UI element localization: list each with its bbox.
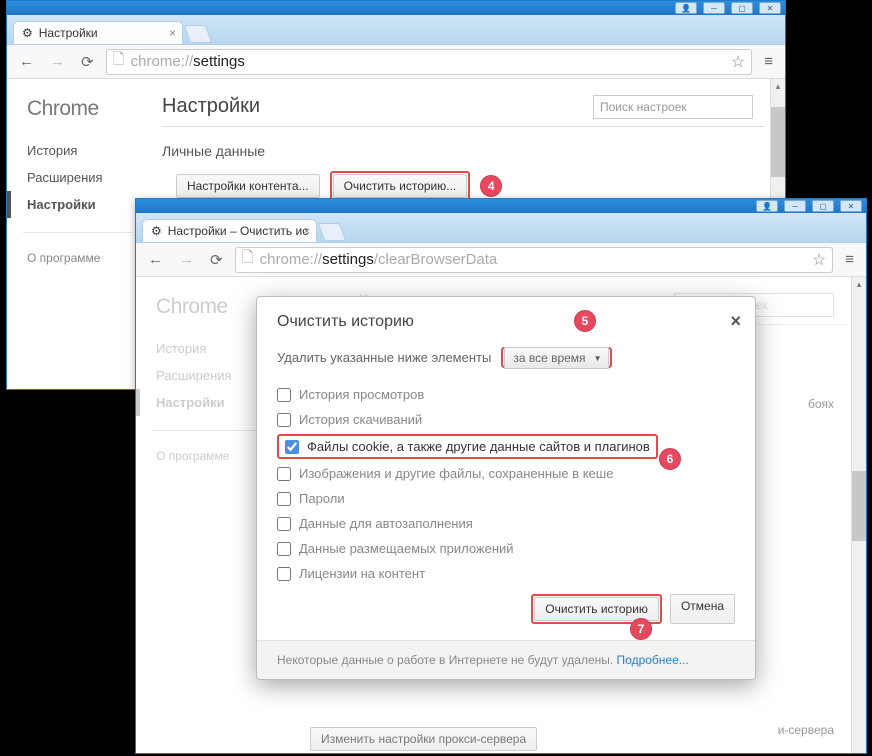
section-heading: Личные данные [162,143,765,159]
highlight-box-4: Очистить историю... [330,171,471,201]
url-bar[interactable]: 🗋 chrome://settings ☆ [106,49,753,75]
checkbox-input[interactable] [277,413,291,427]
sidebar: Chrome История Расширения Настройки О пр… [7,79,152,389]
sidebar-item-settings[interactable]: Настройки [7,191,152,218]
checkbox-label: Лицензии на контент [299,566,425,581]
checkbox-option: Лицензии на контент [277,561,735,586]
checkbox-option: Данные для автозаполнения [277,511,735,536]
checkbox-input[interactable] [285,440,299,454]
checkbox-input[interactable] [277,542,291,556]
bookmark-star-icon[interactable]: ☆ [812,250,826,270]
proxy-settings-button[interactable]: Изменить настройки прокси-сервера [310,727,537,751]
checkbox-input[interactable] [277,467,291,481]
checkbox-option: Данные размещаемых приложений [277,536,735,561]
sidebar-item-about[interactable]: О программе [27,245,152,271]
back-button[interactable]: ← [15,49,38,74]
sidebar-item-extensions[interactable]: Расширения [27,164,152,191]
url-text: chrome://settings [131,53,245,70]
checkbox-label: Изображения и другие файлы, сохраненные … [299,466,613,481]
checkbox-input[interactable] [277,517,291,531]
titlebar: 👤 ─ ▢ ✕ [7,1,785,15]
background-text: и-сервера [778,723,834,737]
highlight-box-5: за все время [501,347,611,368]
maximize-button[interactable]: ▢ [812,200,834,212]
minimize-button[interactable]: ─ [784,200,806,212]
highlight-box-6: Файлы cookie, а также другие данные сайт… [277,434,658,459]
chrome-logo: Chrome [27,97,152,121]
toolbar: ← → ⟳ 🗋 chrome://settings ☆ ≡ [7,45,785,79]
tab-title: Настройки – Очистить ис [168,224,308,238]
time-period-select[interactable]: за все время [504,347,608,369]
back-button[interactable]: ← [144,247,167,272]
checkbox-input[interactable] [277,567,291,581]
reload-button[interactable]: ⟳ [77,49,98,75]
close-window-button[interactable]: ✕ [759,2,781,14]
titlebar: 👤 ─ ▢ ✕ [136,199,866,213]
url-bar[interactable]: 🗋 chrome://settings/clearBrowserData ☆ [235,247,834,273]
minimize-button[interactable]: ─ [703,2,725,14]
toolbar: ← → ⟳ 🗋 chrome://settings/clearBrowserDa… [136,243,866,277]
dialog-notice: Некоторые данные о работе в Интернете не… [257,640,755,679]
dialog-title: Очистить историю [257,297,755,331]
maximize-button[interactable]: ▢ [731,2,753,14]
checkbox-label: Данные для автозаполнения [299,516,473,531]
annotation-badge-4: 4 [480,175,502,197]
page-icon: 🗋 [113,49,125,74]
checkbox-option: Пароли [277,486,735,511]
bookmark-star-icon[interactable]: ☆ [731,52,745,72]
user-menu-button[interactable]: 👤 [675,2,697,14]
settings-search-input[interactable]: Поиск настроек [593,95,753,119]
checkbox-input[interactable] [277,492,291,506]
gear-icon: ⚙ [151,224,162,238]
menu-button[interactable]: ≡ [841,247,858,272]
scrollbar[interactable]: ▴ [851,277,866,753]
sidebar-divider [23,232,133,233]
page-icon: 🗋 [242,247,254,272]
browser-tab[interactable]: ⚙ Настройки – Очистить ис × [142,219,317,242]
close-tab-icon[interactable]: × [169,26,176,40]
sidebar-item-history[interactable]: История [27,137,152,164]
dialog-prompt-label: Удалить указанные ниже элементы [277,350,491,365]
gear-icon: ⚙ [22,26,33,40]
checkbox-option: История просмотров [277,382,735,407]
sidebar-divider [152,430,262,431]
new-tab-button[interactable] [184,25,213,43]
reload-button[interactable]: ⟳ [206,247,227,273]
forward-button: → [46,49,69,74]
dialog-close-button[interactable]: × [730,311,741,332]
tab-strip: ⚙ Настройки – Очистить ис × [136,213,866,243]
cancel-button[interactable]: Отмена [670,594,735,624]
annotation-badge-6: 6 [659,448,681,470]
user-menu-button[interactable]: 👤 [756,200,778,212]
menu-button[interactable]: ≡ [760,49,777,74]
clear-history-button[interactable]: Очистить историю... [333,174,468,198]
annotation-badge-5: 5 [574,310,596,332]
checkbox-option: История скачиваний [277,407,735,432]
checkbox-label: История просмотров [299,387,424,402]
tab-strip: ⚙ Настройки × [7,15,785,45]
tab-title: Настройки [39,26,98,40]
checkbox-label: Пароли [299,491,345,506]
annotation-badge-7: 7 [630,618,652,640]
checkbox-label: Файлы cookie, а также другие данные сайт… [307,439,650,454]
forward-button: → [175,247,198,272]
close-window-button[interactable]: ✕ [840,200,862,212]
new-tab-button[interactable] [318,223,347,241]
url-text: chrome://settings/clearBrowserData [260,251,498,268]
content-settings-button[interactable]: Настройки контента... [176,174,320,198]
learn-more-link[interactable]: Подробнее... [617,653,689,667]
background-text: бояx [808,397,834,411]
clear-history-dialog: × Очистить историю Удалить указанные ниж… [256,296,756,680]
checkbox-label: История скачиваний [299,412,422,427]
checkbox-label: Данные размещаемых приложений [299,541,514,556]
checkbox-input[interactable] [277,388,291,402]
close-tab-icon[interactable]: × [303,224,310,238]
browser-tab[interactable]: ⚙ Настройки × [13,21,183,44]
